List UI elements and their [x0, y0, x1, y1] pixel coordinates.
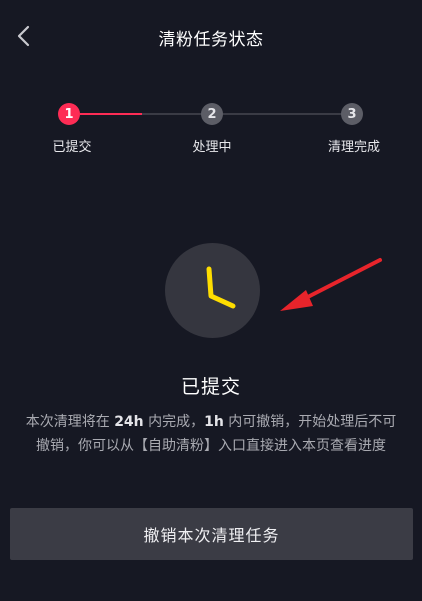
status-desc-text: 本次清理将在 [25, 414, 110, 430]
step-1-indicator: 1 [58, 103, 80, 125]
step-progress-line-done [80, 113, 142, 115]
status-desc-duration: 24h [114, 414, 144, 430]
status-icon-circle [165, 243, 260, 338]
step-3-indicator: 3 [341, 103, 363, 125]
annotation-arrow-icon [280, 258, 382, 311]
status-desc-text: 内完成， [148, 414, 205, 430]
step-progress-line-pending [142, 113, 352, 115]
step-2-indicator: 2 [201, 103, 223, 125]
step-1-label: 已提交 [52, 140, 92, 155]
top-bar: 清粉任务状态 [0, 0, 422, 72]
page-title: 清粉任务状态 [158, 30, 264, 50]
status-desc-cancel-window: 1h [204, 414, 224, 430]
clock-icon [206, 266, 236, 309]
cancel-task-button[interactable]: 撤销本次清理任务 [10, 508, 413, 560]
step-3-label: 清理完成 [327, 140, 381, 155]
status-title: 已提交 [180, 376, 241, 398]
step-2-label: 处理中 [192, 140, 232, 155]
status-description: 本次清理将在 24h 内完成，1h 内可撤销，开始处理后不可撤销，你可以从【自助… [24, 410, 398, 458]
